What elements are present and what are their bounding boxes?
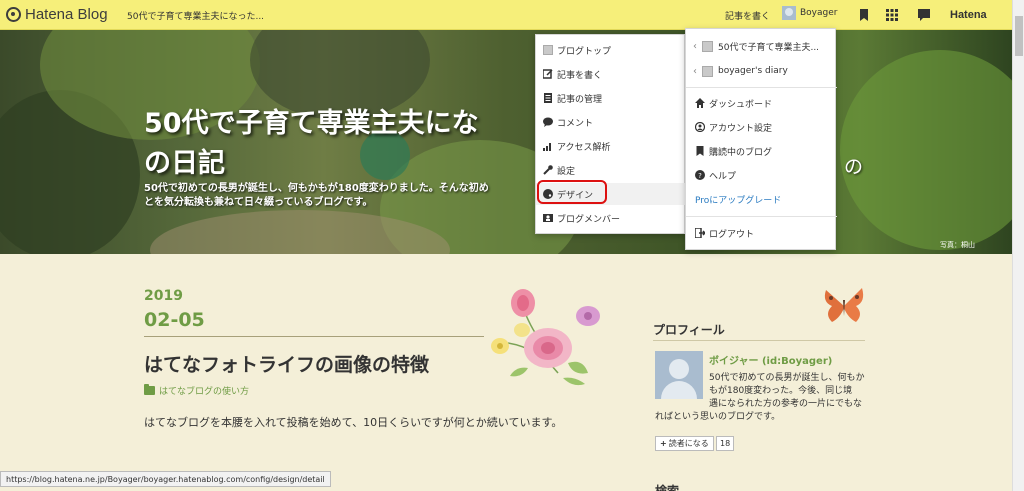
- edit-icon: [543, 69, 553, 79]
- menu-item-members[interactable]: ブログメンバー: [536, 207, 686, 229]
- blog-header-banner: 50代で子育て専業主夫にな の日記 50代で初めての長男が誕生し、何もかもが18…: [0, 30, 1012, 254]
- date-divider: [144, 336, 484, 337]
- menu-item-comments[interactable]: コメント: [536, 111, 686, 133]
- user-icon: [695, 122, 705, 132]
- menu-item-help[interactable]: ? ヘルプ: [686, 164, 837, 186]
- account-blog-item[interactable]: ‹ 50代で子育て専業主夫...: [686, 32, 837, 60]
- hatena-link[interactable]: Hatena: [950, 9, 987, 21]
- blog-thumbnail: [702, 65, 713, 77]
- write-article-link[interactable]: 記事を書く: [725, 9, 770, 22]
- profile-description-continued: 遇になられた方の参考の一片にでもなればという思いのブログです。: [655, 399, 863, 422]
- account-blog-label: boyager's diary: [718, 66, 788, 76]
- blog-thumbnail: [702, 40, 713, 52]
- subscriber-count: 18: [716, 436, 735, 451]
- vertical-scrollbar[interactable]: [1012, 0, 1024, 491]
- menu-item-label: ヘルプ: [709, 171, 737, 182]
- profile-name-link[interactable]: ボイジャー (id:Boyager): [709, 352, 832, 367]
- blog-menu-dropdown: ブログトップ 記事を書く 記事の管理 コメント アクセス解析 設定 デザイン ブ…: [535, 34, 686, 234]
- profile-avatar[interactable]: [655, 351, 703, 399]
- svg-text:?: ?: [698, 172, 702, 180]
- account-menu-dropdown: ‹ 50代で子育て専業主夫... ‹ boyager's diary ダッシュボ…: [685, 28, 837, 250]
- search-heading: 検索: [655, 484, 680, 491]
- foliage-shape: [840, 50, 1012, 250]
- chevron-left-icon: ‹: [693, 40, 697, 52]
- profile-heading: プロフィール: [653, 323, 725, 337]
- menu-item-manage[interactable]: 記事の管理: [536, 87, 686, 109]
- menu-item-label: 購読中のブログ: [709, 147, 773, 158]
- profile-divider: [653, 340, 865, 341]
- logo-text: Hatena Blog: [25, 6, 108, 23]
- account-blog-item[interactable]: ‹ boyager's diary: [686, 57, 837, 85]
- blog-icon: [543, 45, 553, 55]
- blog-hero-description: 50代で初めての長男が誕生し、何もかもが180度変わりました。そんな初め とを気…: [144, 183, 489, 208]
- flower-illustration: [491, 289, 600, 386]
- bookmark-icon[interactable]: [858, 9, 870, 21]
- chevron-left-icon: ‹: [693, 65, 697, 77]
- document-icon: [544, 93, 552, 103]
- home-icon: [695, 98, 705, 108]
- hero-title-fragment: の: [844, 156, 864, 178]
- comment-icon[interactable]: [918, 9, 930, 21]
- menu-item-label: アクセス解析: [557, 142, 611, 153]
- menu-divider: [686, 216, 837, 217]
- post-date-year: 2019: [144, 288, 183, 304]
- username: Boyager: [800, 8, 838, 18]
- wrench-icon: [543, 165, 553, 175]
- subscribe-button[interactable]: + 読者になる: [655, 436, 714, 451]
- grid-icon[interactable]: [886, 9, 898, 21]
- butterfly-illustration: [824, 288, 864, 322]
- menu-item-label: ダッシュボード: [709, 99, 773, 110]
- menu-item-settings[interactable]: 設定: [536, 159, 686, 181]
- folder-icon: [144, 384, 155, 395]
- menu-item-label: 記事の管理: [557, 94, 603, 105]
- blog-hero-title[interactable]: 50代で子育て専業主夫にな の日記: [144, 104, 564, 184]
- menu-item-label: アカウント設定: [709, 123, 773, 134]
- menu-item-label: ブログメンバー: [557, 214, 621, 225]
- members-icon: [543, 214, 553, 222]
- menu-divider: [686, 87, 837, 88]
- photo-credit: 写真：桐山: [940, 241, 975, 249]
- subscribe-label: 読者になる: [668, 439, 709, 448]
- hatena-blog-logo[interactable]: Hatena Blog: [6, 6, 108, 23]
- bookmark-icon: [696, 146, 704, 156]
- menu-item-label: ブログトップ: [557, 46, 612, 57]
- menu-item-blog-top[interactable]: ブログトップ: [536, 39, 686, 61]
- post-body-text: はてなブログを本腰を入れて投稿を始めて、10日くらいですが何とか続いています。: [144, 416, 563, 429]
- design-highlight-circle: [537, 180, 607, 204]
- post-date-month-day[interactable]: 02-05: [144, 309, 205, 331]
- profile-description: 50代で初めての長男が誕生し、何もかもが180度変わった。今後、同じ境: [709, 373, 865, 396]
- chart-icon: [543, 143, 551, 151]
- blog-title-link[interactable]: 50代で子育て専業主夫になった...: [127, 9, 264, 22]
- menu-item-label: ログアウト: [709, 229, 755, 240]
- category-label: はてなブログの使い方: [159, 387, 250, 397]
- menu-item-subscriptions[interactable]: 購読中のブログ: [686, 140, 837, 162]
- help-icon: ?: [695, 170, 705, 180]
- comment-icon: [543, 117, 553, 127]
- menu-item-logout[interactable]: ログアウト: [686, 222, 837, 244]
- menu-item-analytics[interactable]: アクセス解析: [536, 135, 686, 157]
- menu-item-label: コメント: [557, 118, 594, 129]
- menu-item-label: 記事を書く: [557, 70, 603, 81]
- menu-item-account-settings[interactable]: アカウント設定: [686, 116, 837, 138]
- top-bar: Hatena Blog 50代で子育て専業主夫になった... 記事を書く Boy…: [0, 0, 1012, 30]
- post-title[interactable]: はてなフォトライフの画像の特徴: [144, 350, 429, 377]
- plus-icon: +: [660, 439, 667, 448]
- menu-item-dashboard[interactable]: ダッシュボード: [686, 92, 837, 114]
- post-category-link[interactable]: はてなブログの使い方: [144, 384, 249, 397]
- menu-item-write[interactable]: 記事を書く: [536, 63, 686, 85]
- user-avatar: [782, 6, 796, 20]
- logout-icon: [695, 228, 705, 238]
- menu-item-label: 設定: [557, 166, 576, 177]
- scroll-thumb[interactable]: [1015, 16, 1023, 56]
- hatena-logo-icon: [6, 7, 21, 22]
- account-blog-label: 50代で子育て専業主夫...: [718, 42, 820, 53]
- status-bar-url: https://blog.hatena.ne.jp/Boyager/boyage…: [0, 471, 331, 487]
- pro-upgrade-link[interactable]: Proにアップグレード: [686, 188, 837, 210]
- user-menu-button[interactable]: Boyager: [782, 6, 837, 20]
